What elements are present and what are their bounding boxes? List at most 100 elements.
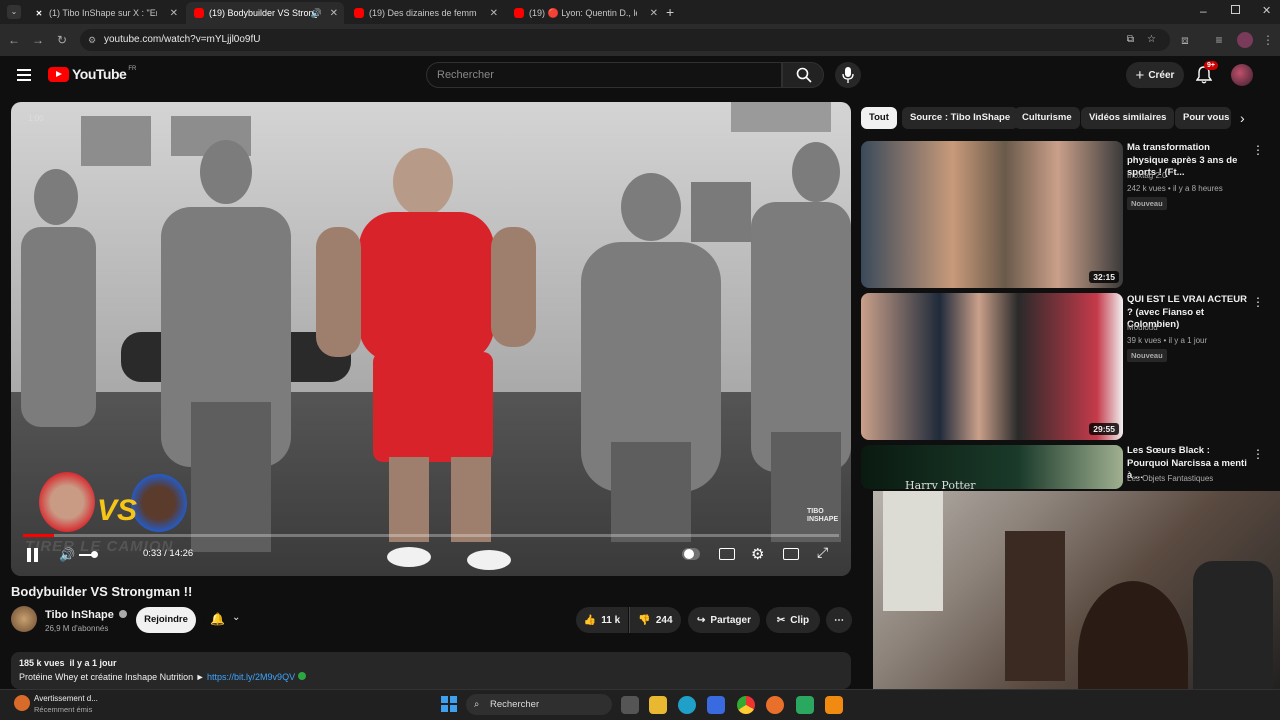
browser-tab-active[interactable]: (19) Bodybuilder VS Strong 🔊 ✕ (186, 2, 344, 24)
subtitles-icon[interactable] (719, 548, 735, 560)
vlc-icon[interactable] (825, 696, 843, 714)
close-window-icon[interactable]: ✕ (1262, 4, 1271, 17)
volume-icon[interactable]: 🔊 (59, 547, 75, 563)
description-box[interactable]: 185 k vues il y a 1 jour Protéine Whey e… (11, 652, 851, 689)
speaker-icon[interactable]: 🔊 (311, 8, 322, 19)
tab-list-icon[interactable]: ⌄ (7, 5, 21, 19)
volume-slider[interactable] (79, 551, 98, 558)
channel-avatar[interactable] (11, 606, 37, 632)
progress-bar[interactable] (23, 534, 839, 537)
x-logo-icon: ✕ (35, 8, 43, 18)
browser-tab[interactable]: (19) Des dizaines de femmes vi ✕ (346, 2, 504, 24)
youtube-logo[interactable]: YouTube FR (48, 66, 136, 82)
webcam-window (883, 491, 943, 611)
chevron-right-icon[interactable]: › (1240, 110, 1245, 126)
search-button[interactable] (782, 62, 824, 88)
task-view-icon[interactable] (621, 696, 639, 714)
browser-tab[interactable]: (19) 🔴 Lyon: Quentin D., le mil ✕ (506, 2, 664, 24)
maximize-icon[interactable] (1231, 5, 1240, 14)
browser-tab[interactable]: ✕ (1) Tibo InShape sur X : "Entraîn ✕ (26, 2, 184, 24)
more-options-icon[interactable]: ⋮ (1252, 295, 1264, 309)
vs-overlay-text: VS (97, 494, 138, 527)
description-link[interactable]: https://bit.ly/2M9v9QV (207, 672, 295, 682)
chip-bodybuilding[interactable]: Culturisme (1014, 107, 1080, 129)
progress-fill (23, 534, 54, 537)
plus-icon: + (1135, 66, 1145, 84)
windows-start-icon[interactable] (441, 696, 457, 712)
chrome-icon[interactable] (737, 696, 755, 714)
chip-source[interactable]: Source : Tibo InShape (902, 107, 1019, 129)
store-icon[interactable] (707, 696, 725, 714)
file-explorer-icon[interactable] (649, 696, 667, 714)
media-icon[interactable]: ≡ (1211, 32, 1227, 48)
firefox-icon[interactable] (766, 696, 784, 714)
close-tab-icon[interactable]: ✕ (490, 8, 498, 19)
notification-settings-button[interactable]: 🔔 ⌄ (204, 607, 250, 633)
chat-app-icon[interactable] (796, 696, 814, 714)
dislike-button[interactable]: 👎 244 (629, 607, 681, 633)
minimize-icon[interactable]: – (1200, 4, 1207, 18)
recommendation-thumbnail[interactable]: 32:15 (861, 141, 1123, 288)
create-button[interactable]: + Créer (1126, 62, 1184, 88)
clip-button[interactable]: ✂ Clip (766, 607, 820, 633)
extensions-icon[interactable]: ⧈ (1177, 32, 1193, 48)
profile-avatar-icon[interactable] (1237, 32, 1253, 48)
site-info-icon[interactable]: ⚙ (88, 29, 96, 51)
pause-button[interactable] (27, 548, 39, 562)
more-options-icon[interactable]: ⋮ (1252, 143, 1264, 157)
reload-icon[interactable]: ↻ (54, 32, 70, 48)
browser-menu-icon[interactable]: ⋮ (1260, 32, 1276, 48)
close-tab-icon[interactable]: ✕ (650, 8, 658, 19)
webcam-overlay (873, 491, 1280, 720)
bell-icon: 🔔 (210, 612, 225, 626)
chip-similar[interactable]: Vidéos similaires (1081, 107, 1175, 129)
like-button[interactable]: 👍 11 k (576, 607, 628, 633)
back-icon[interactable]: ← (6, 32, 22, 48)
new-badge: Nouveau (1127, 197, 1167, 210)
recommendation-thumbnail[interactable]: 29:55 (861, 293, 1123, 440)
more-actions-button[interactable]: ⋯ (826, 607, 852, 633)
webcam-shelf (1005, 531, 1065, 681)
share-button[interactable]: ↪ Partager (688, 607, 760, 633)
close-tab-icon[interactable]: ✕ (170, 8, 178, 19)
recommendation-channel[interactable]: Mouloud (1127, 322, 1158, 334)
channel-name[interactable]: Tibo InShape (45, 609, 127, 621)
settings-gear-icon[interactable]: ⚙ (751, 545, 764, 563)
thumbnail-avatar-right (131, 474, 187, 532)
forward-icon[interactable]: → (30, 32, 46, 48)
theater-mode-icon[interactable] (783, 548, 799, 560)
account-avatar[interactable] (1231, 64, 1253, 86)
video-player[interactable]: 1:00 VS TIRER LE CAMION TIBO INSHAPE 🔊 0… (11, 102, 851, 576)
more-options-icon[interactable]: ⋮ (1252, 447, 1264, 461)
chip-for-you[interactable]: Pour vous (1175, 107, 1231, 129)
notification-title[interactable]: Avertissement d... (34, 694, 98, 703)
hamburger-menu-icon[interactable] (17, 69, 31, 81)
verified-link-icon (297, 672, 306, 680)
notifications-bell-icon[interactable]: 9+ (1195, 61, 1218, 84)
join-button[interactable]: Rejoindre (136, 607, 196, 633)
bookmark-star-icon[interactable]: ☆ (1147, 29, 1156, 51)
video-duration: 32:15 (1089, 271, 1119, 283)
search-icon (796, 67, 812, 83)
warning-notification-icon[interactable] (14, 695, 30, 711)
recommendation-channel[interactable]: Les Objets Fantastiques (1127, 473, 1213, 485)
voice-search-button[interactable] (835, 62, 861, 88)
install-icon[interactable]: ⧉ (1127, 29, 1134, 51)
verified-check-icon (118, 610, 127, 618)
close-tab-icon[interactable]: ✕ (330, 8, 338, 19)
new-tab-icon[interactable]: + (666, 4, 674, 20)
notification-subtitle: Récemment émis (34, 705, 93, 714)
recommendation-thumbnail[interactable]: Harry Potter (861, 445, 1123, 489)
thumbs-up-icon: 👍 (583, 614, 597, 626)
taskbar-search[interactable]: ⌕ Rechercher (466, 694, 612, 715)
edge-icon[interactable] (678, 696, 696, 714)
autoplay-toggle[interactable] (682, 548, 700, 560)
search-input[interactable]: Rechercher (426, 62, 782, 88)
youtube-icon (194, 8, 204, 18)
recommendation-meta: 39 k vues • il y a 1 jour (1127, 336, 1208, 345)
chip-all[interactable]: Tout (861, 107, 897, 129)
fullscreen-icon[interactable]: ⤢ (817, 544, 828, 561)
url-field[interactable]: ⚙ youtube.com/watch?v=mYLjjl0o9fU ⧉ ☆ (80, 29, 1170, 51)
time-display: 0:33 / 14:26 (143, 548, 194, 559)
recommendation-channel[interactable]: Inoxtag 2.0 (1127, 170, 1167, 182)
